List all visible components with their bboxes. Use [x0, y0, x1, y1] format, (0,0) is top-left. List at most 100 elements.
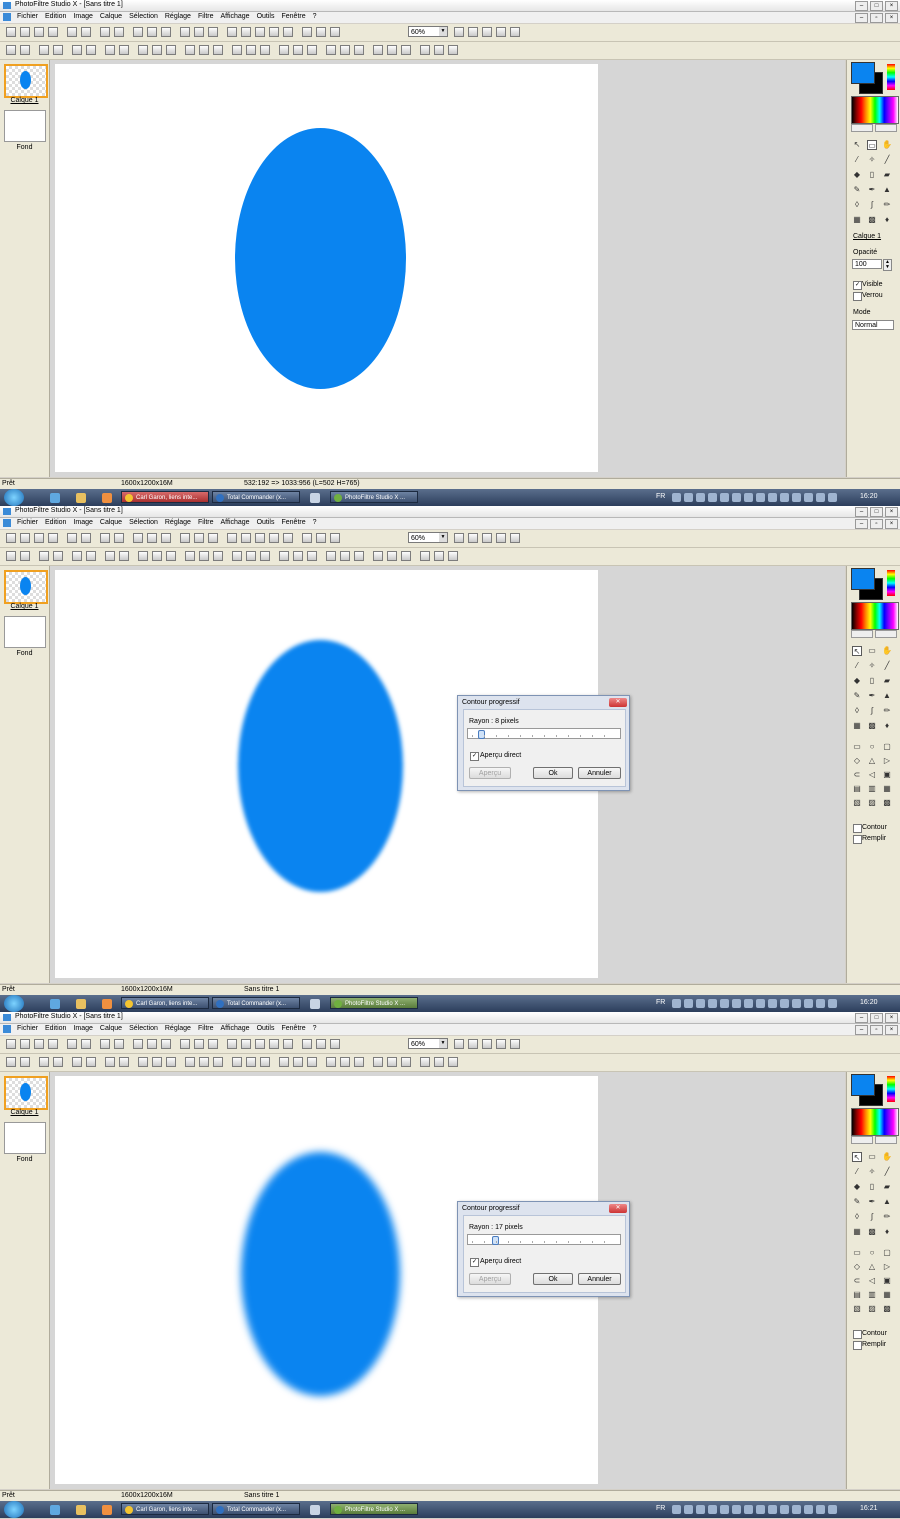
redo-icon[interactable] — [114, 533, 124, 543]
tray-icon[interactable] — [684, 493, 693, 502]
tray-icon[interactable] — [696, 493, 705, 502]
hand-tool-icon[interactable]: ✋ — [882, 646, 892, 656]
new-icon[interactable] — [6, 27, 16, 37]
cancel-button[interactable]: Annuler — [578, 767, 621, 779]
effects-icon[interactable] — [316, 27, 326, 37]
menu-help[interactable]: ? — [313, 1025, 317, 1032]
zoom-out-icon[interactable] — [468, 533, 478, 543]
drop-icon[interactable] — [293, 1057, 303, 1067]
menu-fenetre[interactable]: Fenêtre — [281, 13, 305, 20]
pencil-tool-icon[interactable]: ✏ — [882, 1212, 892, 1222]
shift-left-icon[interactable] — [39, 1057, 49, 1067]
foreground-color-swatch[interactable] — [851, 1074, 875, 1096]
tray-icon[interactable] — [720, 1505, 729, 1514]
ie-icon[interactable] — [50, 493, 60, 503]
color-spectrum[interactable] — [887, 64, 895, 90]
line-tool-icon[interactable]: ╱ — [882, 1167, 892, 1177]
pen-tool-icon[interactable]: ✒ — [867, 185, 877, 195]
window-icon[interactable] — [310, 1505, 320, 1515]
plugin-icon[interactable] — [302, 1039, 312, 1049]
lasso-icon[interactable]: ⊂ — [852, 1276, 862, 1286]
maximize-icon[interactable]: □ — [870, 507, 883, 517]
sepia-icon[interactable] — [213, 45, 223, 55]
stamp-tool-icon[interactable]: ▲ — [882, 1197, 892, 1207]
batch-icon[interactable] — [420, 1057, 430, 1067]
texture-icon[interactable] — [387, 551, 397, 561]
selection-option-icon[interactable]: ▧ — [852, 798, 862, 808]
restore-icon[interactable]: ▫ — [870, 519, 883, 529]
undo-icon[interactable] — [100, 27, 110, 37]
undo-icon[interactable] — [100, 1039, 110, 1049]
shift-right-icon[interactable] — [53, 551, 63, 561]
paste-icon[interactable] — [147, 1039, 157, 1049]
corner-icon[interactable] — [72, 1057, 82, 1067]
selection-option-icon[interactable]: ▩ — [882, 798, 892, 808]
brightness-icon[interactable] — [105, 551, 115, 561]
media-icon[interactable] — [102, 1505, 112, 1515]
strawberry-tool-icon[interactable]: ♦ — [882, 215, 892, 225]
selection-option-icon[interactable]: ▨ — [867, 798, 877, 808]
layer-label-calque[interactable]: Calque 1 — [0, 603, 49, 610]
flip-h-icon[interactable] — [326, 45, 336, 55]
ie-icon[interactable] — [50, 1505, 60, 1515]
menu-calque[interactable]: Calque — [100, 13, 122, 20]
media-icon[interactable] — [102, 493, 112, 503]
resize-icon[interactable] — [227, 1039, 237, 1049]
frame-icon[interactable] — [373, 551, 383, 561]
layer-thumb-calque[interactable] — [4, 64, 48, 98]
minimize-icon[interactable]: – — [855, 1013, 868, 1023]
corner-icon[interactable] — [72, 551, 82, 561]
tray-icon[interactable] — [828, 999, 837, 1008]
menu-selection[interactable]: Sélection — [129, 1025, 158, 1032]
color-palette[interactable] — [851, 96, 899, 124]
zoom-out-icon[interactable] — [468, 27, 478, 37]
task-total-commander[interactable]: Total Commander (x... — [212, 997, 300, 1009]
close-icon[interactable]: × — [885, 507, 898, 517]
blur-icon[interactable] — [246, 1057, 256, 1067]
paste-icon[interactable] — [147, 27, 157, 37]
layer-thumb-calque[interactable] — [4, 570, 48, 604]
tray-icon[interactable] — [720, 999, 729, 1008]
mask-icon[interactable] — [194, 533, 204, 543]
text-icon[interactable] — [269, 533, 279, 543]
copy-icon[interactable] — [133, 533, 143, 543]
layer-label-calque[interactable]: Calque 1 — [0, 97, 49, 104]
selection-option-icon[interactable]: ▥ — [867, 1290, 877, 1300]
tray-icon[interactable] — [684, 1505, 693, 1514]
full-screen-icon[interactable] — [510, 533, 520, 543]
task-total-commander[interactable]: Total Commander (x... — [212, 1503, 300, 1515]
menu-filtre[interactable]: Filtre — [198, 13, 214, 20]
contour-checkbox[interactable] — [853, 824, 862, 833]
opacity-spinner[interactable]: ▲ ▼ — [883, 259, 892, 271]
contrast-icon[interactable] — [119, 1057, 129, 1067]
actual-size-icon[interactable] — [482, 533, 492, 543]
window-icon[interactable] — [310, 493, 320, 503]
clone-tool-icon[interactable]: ▦ — [852, 721, 862, 731]
magic-wand-tool-icon[interactable]: ✧ — [867, 661, 877, 671]
language-indicator[interactable]: FR — [656, 493, 665, 500]
flip-v-icon[interactable] — [340, 1057, 350, 1067]
media-icon[interactable] — [102, 999, 112, 1009]
canvas-size-icon[interactable] — [241, 533, 251, 543]
menu-reglage[interactable]: Réglage — [165, 1025, 191, 1032]
fill-checkbox[interactable] — [853, 835, 862, 844]
close-icon[interactable]: × — [885, 1, 898, 11]
tray-icon[interactable] — [768, 1505, 777, 1514]
brush-tool-icon[interactable]: ✎ — [852, 691, 862, 701]
visible-checkbox[interactable]: ✓ — [853, 281, 862, 290]
blur-tool-icon[interactable]: ◊ — [852, 200, 862, 210]
ellipse-shape-icon[interactable]: ○ — [867, 742, 877, 752]
spray-tool-icon[interactable]: ▯ — [867, 676, 877, 686]
eraser-tool-icon[interactable]: ▰ — [882, 1182, 892, 1192]
flip-h-icon[interactable] — [326, 1057, 336, 1067]
fit-window-icon[interactable] — [496, 1039, 506, 1049]
transparency-icon[interactable] — [208, 533, 218, 543]
crop-icon[interactable] — [255, 27, 265, 37]
palette-next-button[interactable] — [875, 124, 897, 132]
tray-icon[interactable] — [708, 999, 717, 1008]
tray-icon[interactable] — [804, 999, 813, 1008]
corner-alt-icon[interactable] — [86, 1057, 96, 1067]
noise-icon[interactable] — [260, 1057, 270, 1067]
levels-icon[interactable] — [138, 45, 148, 55]
radius-slider[interactable] — [467, 1234, 621, 1245]
